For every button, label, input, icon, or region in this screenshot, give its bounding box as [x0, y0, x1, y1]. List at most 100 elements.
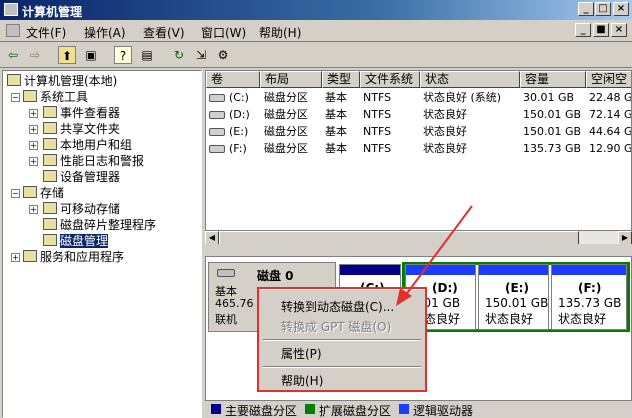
folder-icon — [43, 122, 57, 134]
tree-item-shared-folders[interactable]: 共享文件夹 — [43, 121, 120, 137]
menu-item-help[interactable]: 帮助(H) — [281, 372, 323, 389]
legend-swatch-primary — [211, 404, 221, 414]
column-header-type[interactable]: 类型 — [322, 71, 360, 88]
removable-storage-icon — [43, 202, 57, 214]
disk-management-icon — [43, 234, 57, 246]
tree-item-local-users[interactable]: 本地用户和组 — [43, 137, 132, 153]
legend-label-extended: 扩展磁盘分区 — [319, 404, 392, 418]
up-folder-icon[interactable]: ⬆ — [58, 46, 76, 64]
tree-item-services[interactable]: 服务和应用程序 — [23, 249, 124, 265]
partition-e[interactable]: (E:) 150.01 GB 状态良好 — [478, 264, 549, 330]
mmc-icon — [6, 24, 20, 37]
close-button[interactable]: × — [613, 2, 629, 16]
menu-item-convert-dynamic[interactable]: 转换到动态磁盘(C)... — [281, 298, 394, 315]
back-arrow-icon[interactable]: ⇦ — [4, 46, 22, 64]
drive-icon — [209, 111, 225, 119]
forward-arrow-icon[interactable]: ⇨ — [26, 46, 44, 64]
menu-separator — [263, 366, 421, 368]
tree-item-root[interactable]: 计算机管理(本地) — [7, 73, 117, 89]
collapse-icon[interactable]: − — [11, 189, 20, 198]
menu-item-properties[interactable]: 属性(P) — [281, 345, 322, 362]
status-cell: 状态良好 — [423, 142, 467, 155]
tree-item-device-manager[interactable]: 设备管理器 — [43, 169, 120, 185]
filesystem-cell: NTFS — [363, 108, 392, 121]
event-viewer-icon — [43, 106, 57, 118]
tree-item-disk-management[interactable]: 磁盘管理 — [43, 233, 109, 249]
disk-icon — [217, 269, 235, 277]
performance-icon — [43, 154, 57, 166]
column-header-capacity[interactable]: 容量 — [520, 71, 586, 88]
filesystem-cell: NTFS — [363, 125, 392, 138]
column-header-filesystem[interactable]: 文件系统 — [360, 71, 420, 88]
status-cell: 状态良好 — [423, 108, 467, 121]
volume-cell: (D:) — [209, 106, 259, 123]
menu-view[interactable]: 查看(V) — [143, 24, 185, 41]
filesystem-cell: NTFS — [363, 142, 392, 155]
partition-f[interactable]: (F:) 135.73 GB 状态良好 — [551, 264, 627, 330]
drive-icon — [209, 128, 225, 136]
logical-drive-bar — [552, 265, 626, 275]
console-tree-icon[interactable]: ▣ — [82, 46, 100, 64]
logical-drive-bar — [479, 265, 548, 275]
defrag-icon — [43, 218, 57, 230]
menu-item-convert-gpt: 转换成 GPT 磁盘(O) — [281, 320, 392, 334]
layout-cell: 磁盘分区 — [264, 91, 308, 104]
disk-status: 联机 — [215, 313, 237, 326]
expand-icon[interactable]: + — [29, 141, 38, 150]
settings-icon[interactable]: ⚙ — [214, 46, 232, 64]
refresh-icon[interactable]: ↻ — [170, 46, 188, 64]
column-header-status[interactable]: 状态 — [420, 71, 520, 88]
help-icon[interactable]: ? — [114, 46, 132, 64]
title-bar[interactable]: 计算机管理 _ □ × — [0, 0, 632, 20]
menu-help[interactable]: 帮助(H) — [259, 24, 301, 41]
device-manager-icon — [43, 170, 57, 182]
child-restore-button[interactable]: ■ — [593, 23, 609, 37]
tree-item-event-viewer[interactable]: 事件查看器 — [43, 105, 120, 121]
volume-cell: (F:) — [209, 140, 259, 157]
scroll-left-icon[interactable]: ◀ — [205, 231, 219, 245]
minimize-button[interactable]: _ — [578, 2, 594, 16]
collapse-icon[interactable]: − — [11, 93, 20, 102]
expand-icon[interactable]: + — [11, 253, 20, 262]
tree-item-storage[interactable]: 存储 — [23, 185, 64, 201]
menu-separator — [263, 339, 421, 341]
expand-icon[interactable]: + — [29, 125, 38, 134]
type-cell: 基本 — [325, 125, 347, 138]
computer-icon — [7, 74, 21, 86]
partition-label: (E:) — [505, 281, 529, 295]
export-icon[interactable]: ⇲ — [192, 46, 210, 64]
tree-item-perf-logs[interactable]: 性能日志和警报 — [43, 153, 144, 169]
tree-item-removable-storage[interactable]: 可移动存储 — [43, 201, 120, 217]
legend-swatch-extended — [305, 404, 315, 414]
annotation-arrow-icon — [396, 205, 473, 306]
expand-icon[interactable]: + — [29, 205, 38, 214]
menu-action[interactable]: 操作(A) — [84, 24, 126, 41]
menu-window[interactable]: 窗口(W) — [201, 24, 246, 41]
type-cell: 基本 — [325, 108, 347, 121]
column-header-free-space[interactable]: 空闲空 — [586, 71, 631, 88]
layout-cell: 磁盘分区 — [264, 125, 308, 138]
free-space-cell: 22.48 G — [589, 91, 632, 104]
disk-name: 磁盘 0 — [257, 269, 294, 283]
filesystem-cell: NTFS — [363, 91, 392, 104]
properties-icon[interactable]: ▤ — [138, 46, 156, 64]
tree-item-system-tools[interactable]: 系统工具 — [23, 89, 88, 105]
menu-file[interactable]: 文件(F) — [26, 24, 66, 41]
console-tree[interactable]: 计算机管理(本地) − 系统工具 + 事件查看器 + 共享文件夹 + 本地用户和… — [2, 70, 202, 418]
expand-icon[interactable]: + — [29, 157, 38, 166]
child-close-button[interactable]: × — [611, 23, 627, 37]
maximize-button[interactable]: □ — [595, 2, 611, 16]
status-cell: 状态良好 (系统) — [423, 91, 502, 104]
users-icon — [43, 138, 57, 150]
scroll-right-icon[interactable]: ▶ — [618, 231, 632, 245]
expand-icon[interactable]: + — [29, 109, 38, 118]
partition-label: (F:) — [578, 281, 602, 295]
column-header-layout[interactable]: 布局 — [260, 71, 322, 88]
child-minimize-button[interactable]: _ — [575, 23, 591, 37]
tree-item-defrag[interactable]: 磁盘碎片整理程序 — [43, 217, 156, 233]
tools-icon — [23, 90, 37, 102]
capacity-cell: 30.01 GB — [523, 91, 575, 104]
column-header-volume[interactable]: 卷 — [206, 71, 260, 88]
volume-cell: (C:) — [209, 89, 259, 106]
partition-status: 状态良好 — [485, 312, 534, 326]
